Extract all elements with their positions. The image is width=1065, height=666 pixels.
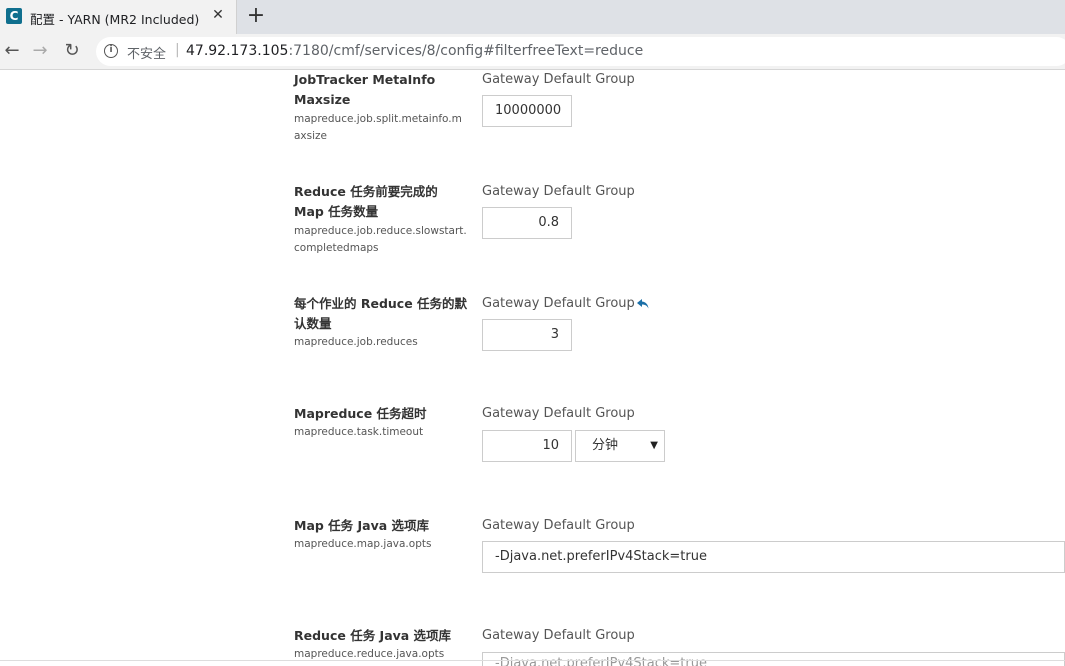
url-text[interactable]: 47.92.173.105:7180/cmf/services/8/config… — [186, 43, 643, 59]
browser-tab-strip: C 配置 - YARN (MR2 Included) - ✕ + — [0, 0, 1065, 34]
reload-button[interactable]: ↻ — [60, 39, 84, 63]
setting-key: mapreduce.job.split.metainfo.maxsize — [294, 113, 462, 142]
setting-title: Map 任务 Java 选项库 — [294, 518, 430, 533]
setting-key: mapreduce.job.reduces — [294, 336, 418, 348]
new-tab-button[interactable]: + — [246, 3, 266, 29]
address-bar[interactable]: i 不安全 | 47.92.173.105:7180/cmf/services/… — [96, 37, 1065, 66]
setting-title: Reduce 任务 Java 选项库 — [294, 628, 452, 643]
setting-group: Gateway Default Group — [482, 184, 635, 199]
config-page-content: JobTracker MetaInfo Maxsize mapreduce.jo… — [0, 70, 1065, 666]
unit-select-value: 分钟 — [592, 438, 619, 453]
value-input[interactable]: 10 — [482, 430, 572, 462]
value-input[interactable]: 0.8 — [482, 207, 572, 239]
setting-group: Gateway Default Group — [482, 628, 635, 643]
security-label[interactable]: 不安全 — [127, 43, 166, 62]
unit-select[interactable]: 分钟 ▼ — [575, 430, 665, 462]
dropdown-caret-icon: ▼ — [650, 440, 658, 451]
java-opts-input[interactable]: -Djava.net.preferIPv4Stack=true — [482, 541, 1065, 573]
setting-key: mapreduce.job.reduce.slowstart.completed… — [294, 225, 467, 254]
url-separator: | — [175, 42, 180, 58]
close-tab-icon[interactable]: ✕ — [210, 7, 226, 23]
value-input[interactable]: 10000000 — [482, 95, 572, 127]
forward-button[interactable]: → — [28, 39, 52, 63]
setting-title: JobTracker MetaInfo Maxsize — [294, 72, 436, 107]
tab-title: 配置 - YARN (MR2 Included) - — [30, 12, 200, 27]
setting-group: Gateway Default Group — [482, 518, 635, 533]
setting-title: Mapreduce 任务超时 — [294, 406, 427, 421]
info-icon[interactable]: i — [104, 44, 118, 58]
setting-title: 每个作业的 Reduce 任务的默认数量 — [294, 296, 468, 331]
setting-group: Gateway Default Group — [482, 406, 635, 421]
setting-group: Gateway Default Group — [482, 72, 635, 87]
revert-to-default-icon[interactable] — [636, 297, 650, 311]
setting-key: mapreduce.task.timeout — [294, 426, 424, 438]
browser-toolbar: ← → ↻ i 不安全 | 47.92.173.105:7180/cmf/ser… — [0, 34, 1065, 70]
url-path: :7180/cmf/services/8/config#filterfreeTe… — [288, 43, 644, 59]
browser-tab[interactable]: C 配置 - YARN (MR2 Included) - ✕ — [0, 0, 237, 34]
value-input[interactable]: 3 — [482, 319, 572, 351]
url-host: 47.92.173.105 — [186, 43, 289, 59]
cloudera-favicon-icon: C — [6, 8, 22, 24]
back-button[interactable]: ← — [0, 39, 24, 63]
java-opts-input[interactable]: -Djava.net.preferIPv4Stack=true — [482, 652, 1065, 666]
setting-group: Gateway Default Group — [482, 296, 635, 311]
setting-key: mapreduce.map.java.opts — [294, 538, 432, 550]
page-bottom-divider — [0, 660, 1065, 661]
setting-title: Reduce 任务前要完成的 Map 任务数量 — [294, 184, 438, 219]
